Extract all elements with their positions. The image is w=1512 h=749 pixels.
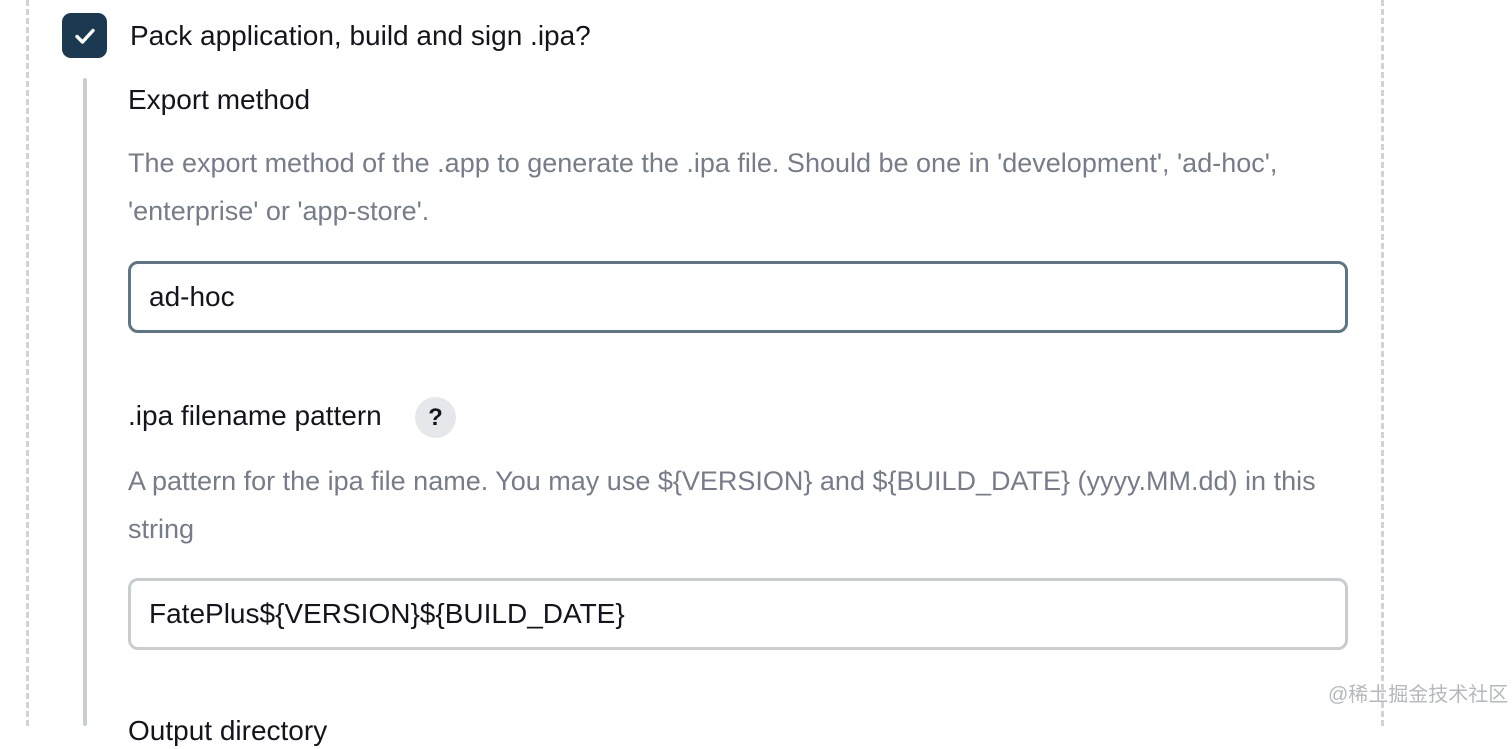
section-border-right bbox=[1381, 0, 1384, 726]
pack-checkbox[interactable] bbox=[62, 13, 107, 58]
watermark: @稀土掘金技术社区 bbox=[1328, 684, 1509, 706]
output-directory-label: Output directory bbox=[128, 715, 328, 746]
section-border-left bbox=[26, 0, 29, 726]
export-method-description: The export method of the .app to generat… bbox=[128, 148, 1278, 226]
export-method-label: Export method bbox=[128, 84, 311, 115]
ipa-filename-input[interactable] bbox=[128, 578, 1348, 650]
export-method-input[interactable] bbox=[128, 261, 1348, 333]
ipa-filename-label: .ipa filename pattern bbox=[128, 400, 382, 431]
checkmark-icon bbox=[74, 28, 95, 44]
help-icon[interactable]: ? bbox=[415, 397, 456, 438]
ipa-filename-description: A pattern for the ipa file name. You may… bbox=[128, 466, 1316, 544]
pack-checkbox-label[interactable]: Pack application, build and sign .ipa? bbox=[130, 18, 591, 54]
nested-indent-bar bbox=[83, 78, 87, 726]
